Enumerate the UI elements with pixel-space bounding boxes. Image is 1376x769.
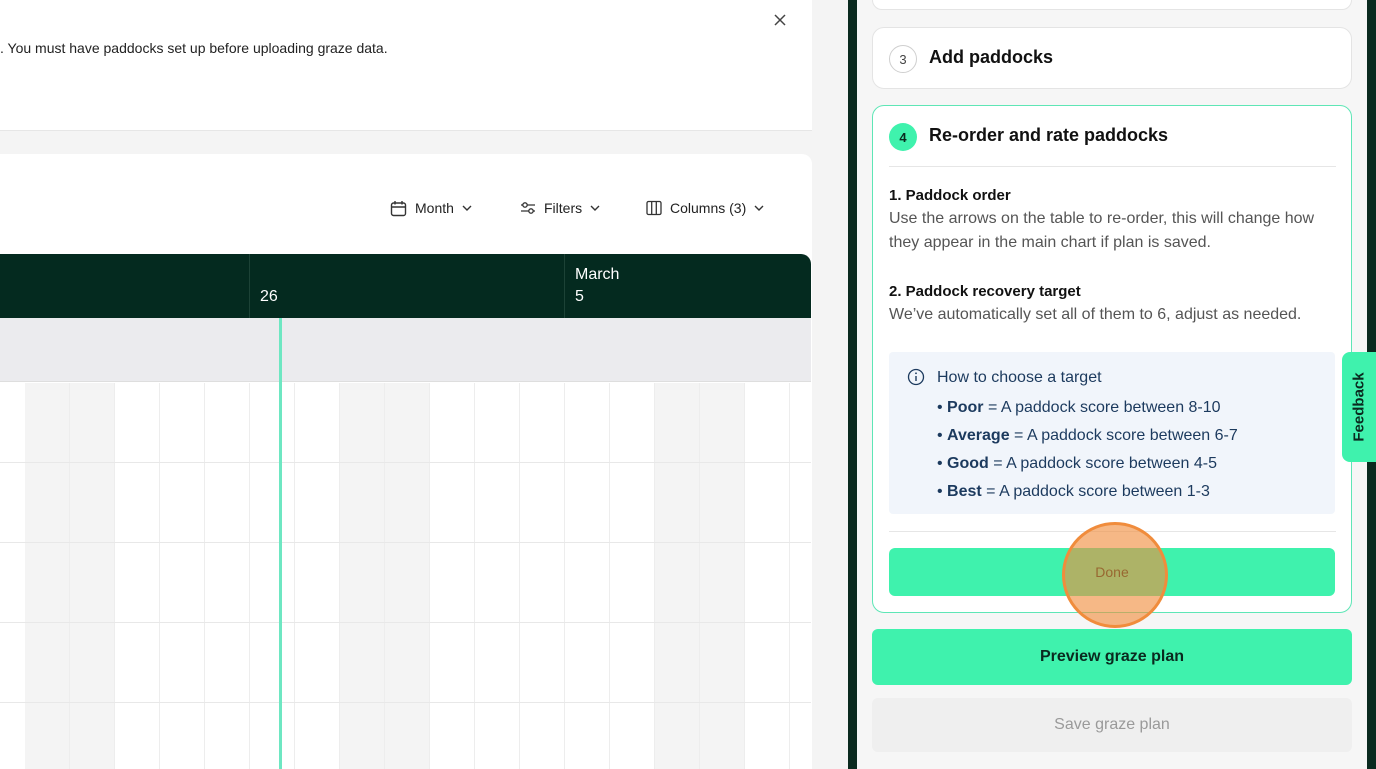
grid-column — [745, 383, 790, 769]
paddock-order-heading: 1. Paddock order — [889, 187, 1011, 204]
grid-column — [250, 383, 295, 769]
target-desc: = A paddock score between 1-3 — [981, 483, 1210, 500]
step-reorder-rate-paddocks: 4 Re-order and rate paddocks 1. Paddock … — [872, 105, 1352, 613]
preview-graze-plan-button[interactable]: Preview graze plan — [872, 629, 1352, 685]
divider — [889, 166, 1336, 167]
today-marker-line — [279, 318, 282, 769]
grid-column — [610, 383, 655, 769]
done-button-label: Done — [1095, 564, 1129, 580]
done-button[interactable]: Done — [889, 548, 1335, 596]
info-title: How to choose a target — [937, 369, 1102, 386]
filters-label: Filters — [544, 200, 583, 216]
list-item: • Good = A paddock score between 4-5 — [937, 455, 1217, 472]
grid-row-line — [0, 542, 811, 543]
target-name: Good — [947, 455, 989, 472]
target-desc: = A paddock score between 4-5 — [988, 455, 1217, 472]
grid-column — [565, 383, 610, 769]
header-day-label: 5 — [575, 288, 584, 305]
panel-border — [848, 0, 857, 769]
header-divider — [249, 254, 250, 318]
feedback-label: Feedback — [1350, 372, 1368, 442]
save-graze-plan-button[interactable]: Save graze plan — [872, 698, 1352, 752]
target-info-box: How to choose a target • Poor = A paddoc… — [889, 352, 1335, 514]
grid-column — [385, 383, 430, 769]
header-day-label: 26 — [260, 288, 278, 305]
target-name: Best — [947, 483, 982, 500]
grid-column — [115, 383, 160, 769]
grid-column — [295, 383, 340, 769]
grid-row-line — [0, 622, 811, 623]
target-desc: = A paddock score between 6-7 — [1009, 427, 1238, 444]
calendar-icon — [390, 200, 407, 216]
step-number-badge: 3 — [889, 45, 917, 73]
filter-sliders-icon — [521, 202, 535, 214]
paddock-order-text: Use the arrows on the table to re-order,… — [889, 210, 1315, 251]
month-view-label: Month — [415, 200, 454, 216]
list-item: • Average = A paddock score between 6-7 — [937, 427, 1238, 444]
feedback-tab[interactable]: Feedback — [1342, 352, 1376, 462]
timeline-grid[interactable] — [0, 383, 811, 769]
target-list: • Poor = A paddock score between 8-10 • … — [937, 394, 1238, 506]
grid-column — [520, 383, 565, 769]
chevron-down-icon — [754, 205, 764, 211]
columns-dropdown[interactable]: Columns (3) — [646, 198, 764, 218]
filters-dropdown[interactable]: Filters — [520, 198, 600, 218]
columns-icon — [646, 200, 662, 216]
target-name: Average — [947, 427, 1010, 444]
info-icon — [907, 368, 925, 386]
close-icon — [774, 14, 786, 26]
step-number-badge: 4 — [889, 123, 917, 151]
grid-row-line — [0, 702, 811, 703]
target-desc: = A paddock score between 8-10 — [983, 399, 1221, 416]
grid-column — [25, 383, 70, 769]
recovery-target-text: We’ve automatically set all of them to 6… — [889, 306, 1302, 323]
month-view-dropdown[interactable]: Month — [390, 198, 472, 218]
list-item: • Best = A paddock score between 1-3 — [937, 483, 1210, 500]
grid-column — [475, 383, 520, 769]
notice-text: . You must have paddocks set up before u… — [0, 40, 388, 56]
chevron-down-icon — [462, 205, 472, 211]
header-divider — [564, 254, 565, 318]
grid-column — [655, 383, 700, 769]
step-title: Add paddocks — [929, 47, 1054, 67]
grid-column — [205, 383, 250, 769]
graze-plan-setup-panel: 3 Add paddocks 4 Re-order and rate paddo… — [857, 0, 1367, 769]
previous-step-card[interactable] — [872, 0, 1352, 10]
target-name: Poor — [947, 399, 984, 416]
graze-chart-card: Month Filters Columns (3) 26 March 5 — [0, 154, 812, 769]
timeline-summary-row — [0, 318, 811, 382]
recovery-target-heading: 2. Paddock recovery target — [889, 283, 1081, 300]
step-title: Re-order and rate paddocks — [929, 125, 1169, 145]
grid-row-line — [0, 462, 811, 463]
close-notice-button[interactable] — [770, 10, 790, 30]
preview-button-label: Preview graze plan — [1039, 648, 1185, 665]
save-button-label: Save graze plan — [1054, 716, 1170, 733]
list-item: • Poor = A paddock score between 8-10 — [937, 399, 1221, 416]
columns-label: Columns (3) — [670, 200, 747, 216]
notice-banner: . You must have paddocks set up before u… — [0, 0, 812, 131]
divider — [889, 531, 1336, 532]
timeline-header: 26 March 5 — [0, 254, 811, 318]
grid-column — [700, 383, 745, 769]
grid-column — [70, 383, 115, 769]
grid-column — [430, 383, 475, 769]
chevron-down-icon — [590, 205, 600, 211]
header-month-label: March — [575, 266, 620, 283]
grid-column — [160, 383, 205, 769]
grid-column — [340, 383, 385, 769]
step-add-paddocks[interactable]: 3 Add paddocks — [872, 27, 1352, 89]
